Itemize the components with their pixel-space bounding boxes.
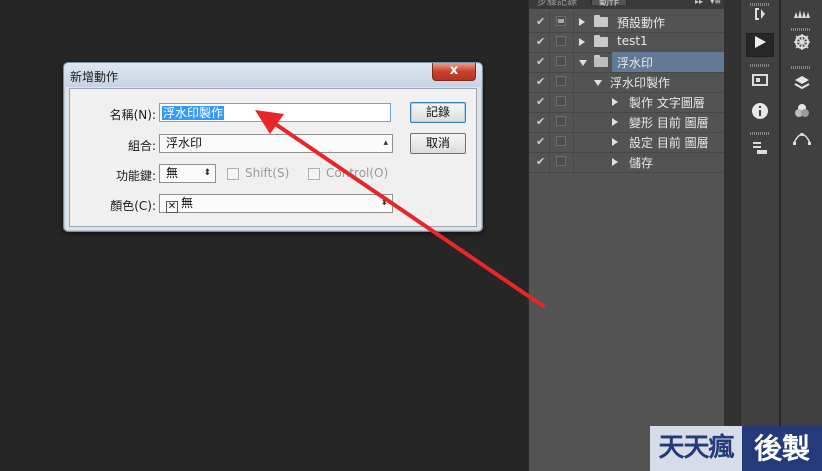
watermark-left: 天天瘋 (650, 426, 742, 471)
annotation-arrow (255, 110, 545, 308)
watermark-logo: 天天瘋 後製 (650, 426, 822, 471)
watermark-right: 後製 (742, 426, 822, 471)
arrow-shaft (266, 117, 545, 308)
arrow-head (255, 110, 284, 134)
